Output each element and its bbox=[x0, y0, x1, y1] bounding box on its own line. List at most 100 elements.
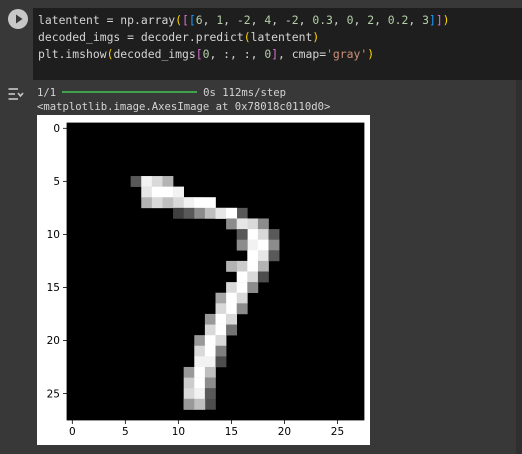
image-pixel bbox=[226, 303, 238, 315]
image-pixel bbox=[141, 197, 153, 209]
code-token: [ bbox=[188, 13, 196, 27]
code-token: , bbox=[353, 13, 368, 27]
image-pixel bbox=[257, 229, 269, 240]
image-pixel bbox=[257, 271, 269, 283]
code-token: 0.2 bbox=[387, 13, 409, 27]
image-pixel bbox=[173, 207, 184, 219]
code-token: ( bbox=[175, 13, 183, 27]
image-pixel bbox=[236, 271, 248, 283]
image-pixel bbox=[226, 313, 238, 325]
y-tick-label: 5 bbox=[53, 176, 60, 188]
image-pixel bbox=[226, 292, 238, 304]
image-pixel bbox=[194, 345, 206, 357]
code-token: , bbox=[332, 13, 347, 27]
run-cell-button[interactable] bbox=[8, 9, 28, 29]
image-pixel bbox=[236, 260, 248, 272]
image-pixel bbox=[194, 398, 206, 410]
image-pixel bbox=[183, 377, 195, 389]
image-pixel bbox=[215, 356, 227, 368]
progress-line: 1/1 0s 112ms/step bbox=[37, 87, 286, 100]
image-pixel bbox=[247, 239, 259, 251]
code-token: ) bbox=[442, 13, 450, 27]
code-token: , bbox=[374, 13, 388, 27]
scrollbar[interactable] bbox=[516, 80, 522, 454]
code-token: decoded_imgs = decoder.predict bbox=[38, 30, 244, 44]
code-token: 'gray' bbox=[326, 47, 368, 61]
image-pixel bbox=[204, 207, 216, 219]
y-tick-label: 25 bbox=[47, 388, 60, 400]
x-tick-label: 10 bbox=[172, 426, 185, 438]
image-pixel bbox=[226, 218, 238, 230]
code-token: , bbox=[202, 13, 217, 27]
output-toggle-button[interactable] bbox=[7, 86, 25, 102]
code-token: 0.3 bbox=[312, 13, 333, 27]
image-pixel bbox=[236, 282, 248, 294]
code-token: plt.imshow bbox=[38, 47, 107, 61]
code-line: decoded_imgs = decoder.predict(latentent… bbox=[33, 29, 522, 46]
image-pixel bbox=[204, 356, 216, 368]
image-pixel bbox=[226, 207, 238, 219]
y-tick-label: 0 bbox=[53, 123, 60, 135]
code-token: , - bbox=[271, 13, 292, 27]
code-token: latentent bbox=[250, 30, 313, 44]
image-pixel bbox=[194, 388, 206, 400]
x-tick-label: 0 bbox=[69, 426, 76, 438]
image-pixel bbox=[204, 377, 216, 389]
code-token: 2 bbox=[291, 13, 299, 27]
code-token: ) bbox=[312, 30, 320, 44]
code-line: latentent = np.array([[6, 1, -2, 4, -2, … bbox=[33, 12, 522, 29]
code-token: ) bbox=[367, 47, 375, 61]
progress-step-count: 1/1 bbox=[37, 87, 57, 99]
image-pixel bbox=[141, 186, 153, 198]
code-token: [ bbox=[182, 13, 189, 27]
image-pixel bbox=[151, 176, 163, 187]
image-pixel bbox=[247, 229, 259, 240]
code-cell: latentent = np.array([[6, 1, -2, 4, -2, … bbox=[0, 0, 522, 80]
image-pixel bbox=[173, 197, 184, 209]
image-pixel bbox=[226, 260, 238, 272]
code-token: ( bbox=[243, 30, 251, 44]
image-pixel bbox=[183, 207, 195, 219]
image-pixel bbox=[247, 218, 259, 230]
image-pixel bbox=[204, 313, 216, 325]
image-pixel bbox=[173, 186, 184, 198]
image-pixel bbox=[204, 324, 216, 336]
x-tick-label: 5 bbox=[122, 426, 129, 438]
image-pixel bbox=[204, 388, 216, 400]
code-token: 2 bbox=[243, 13, 251, 27]
image-pixel bbox=[204, 398, 216, 410]
code-editor[interactable]: latentent = np.array([[6, 1, -2, 4, -2, … bbox=[33, 8, 522, 80]
image-pixel bbox=[204, 197, 216, 209]
image-pixel bbox=[236, 292, 248, 304]
image-pixel bbox=[257, 239, 269, 251]
play-icon bbox=[16, 14, 23, 24]
image-pixel bbox=[215, 292, 227, 304]
image-pixel bbox=[215, 324, 227, 336]
code-token: , bbox=[298, 13, 313, 27]
image-pixel bbox=[257, 260, 269, 272]
code-token: ] bbox=[428, 13, 436, 27]
code-token: , - bbox=[223, 13, 244, 27]
image-pixel bbox=[183, 197, 195, 209]
image-pixel bbox=[130, 176, 142, 187]
code-token: , bbox=[408, 13, 423, 27]
image-pixel bbox=[162, 186, 174, 198]
progress-timing: 0s 112ms/step bbox=[203, 87, 287, 99]
image-pixel bbox=[204, 345, 216, 357]
image-pixel bbox=[204, 335, 216, 347]
x-tick-label: 25 bbox=[331, 426, 344, 438]
image-pixel bbox=[194, 366, 206, 378]
image-pixel bbox=[236, 218, 248, 230]
image-pixel bbox=[151, 186, 163, 198]
image-pixel bbox=[236, 303, 248, 315]
image-pixel bbox=[194, 207, 206, 219]
imshow-plot: 0 5 10 15 20 25 0 5 10 15 20 25 bbox=[47, 122, 365, 438]
y-tick-label: 10 bbox=[47, 229, 60, 241]
image-pixel bbox=[183, 398, 195, 410]
image-pixel bbox=[215, 303, 227, 315]
image-pixel bbox=[247, 282, 259, 294]
code-token: decoded_imgs bbox=[113, 47, 196, 61]
code-token: , :, :, bbox=[209, 47, 265, 61]
image-pixel bbox=[194, 335, 206, 347]
image-pixel bbox=[215, 345, 227, 357]
